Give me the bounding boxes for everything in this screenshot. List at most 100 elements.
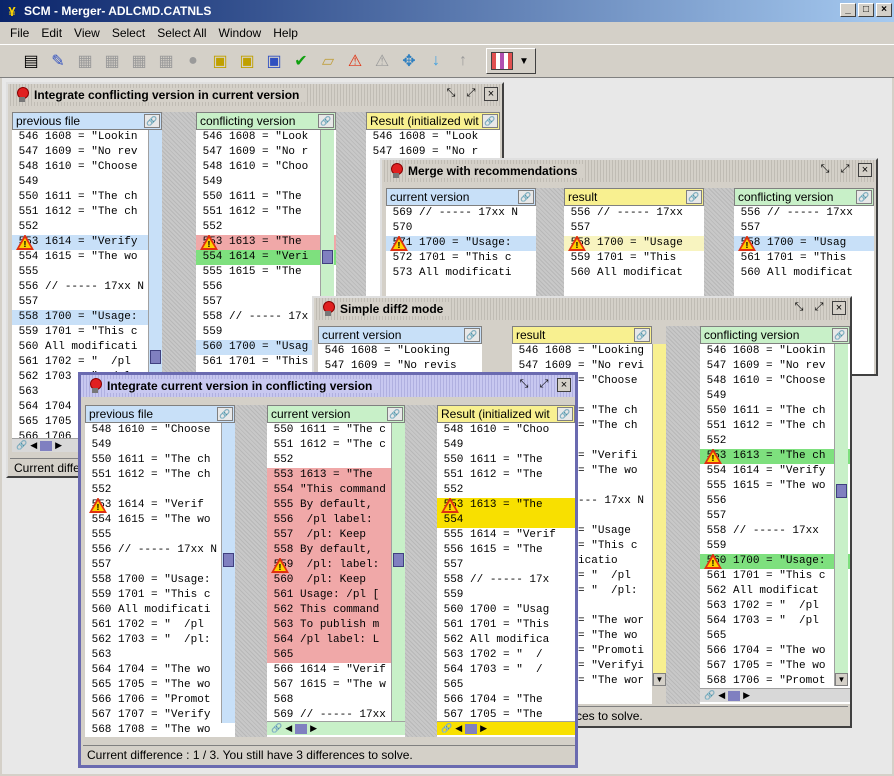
code-line[interactable]: 557 (564, 221, 704, 236)
code-line[interactable]: 556 /pl label: (267, 513, 405, 528)
code-line[interactable]: 558 By default, (267, 543, 405, 558)
code-line[interactable]: 553 1614 = "Verif! (85, 498, 235, 513)
prev-conflict-icon[interactable]: ⚠ (369, 48, 395, 74)
down-arrow-icon[interactable]: ↓ (423, 48, 449, 74)
code-line[interactable]: 546 1608 = "Lookin (700, 344, 850, 359)
code-line[interactable]: 555 (85, 528, 235, 543)
code-line[interactable]: 555 1614 = "Verif (437, 528, 575, 543)
code-line[interactable]: 559 1701 = "This c (85, 588, 235, 603)
code-line[interactable]: 566 1704 = "The (437, 693, 575, 708)
code-line[interactable]: 554 1614 = "Veri (196, 250, 336, 265)
code-line[interactable]: 566 1706 = "Promot (85, 693, 235, 708)
code-line[interactable]: 565 (267, 648, 405, 663)
code-line[interactable]: 559 /pl: label:! (267, 558, 405, 573)
code-line[interactable]: 548 1610 = "Choose (700, 374, 850, 389)
code-line[interactable]: 563 1702 = " / (437, 648, 575, 663)
horizontal-scrollbar[interactable]: 🔗 ◀ ▶ (700, 688, 850, 702)
select-left-icon[interactable]: ▣ (207, 48, 233, 74)
code-line[interactable]: 558 1700 = "Usage: (12, 310, 162, 325)
lock-icon[interactable]: 🔗 (634, 328, 650, 342)
code-line[interactable]: 560 /pl: Keep (267, 573, 405, 588)
eraser-icon[interactable]: ▱ (315, 48, 341, 74)
code-line[interactable]: 571 1700 = "Usage:! (386, 236, 536, 251)
code-line[interactable]: 550 1611 = "The (196, 190, 336, 205)
close-icon[interactable]: × (557, 378, 571, 392)
code-line[interactable]: 567 1705 = "The wo (700, 659, 850, 674)
code-line[interactable]: 548 1610 = "Choo (196, 160, 336, 175)
lightbulb-icon[interactable]: ● (180, 48, 206, 74)
code-line[interactable]: 560 1700 = "Usag (437, 603, 575, 618)
code-line[interactable]: 561 1701 = "This (734, 251, 874, 266)
code-line[interactable]: 559 1701 = "This c (12, 325, 162, 340)
conflict-warning-icon[interactable]: ! (704, 554, 722, 569)
close-icon[interactable]: × (832, 301, 846, 315)
code-line[interactable]: 556 (196, 280, 336, 295)
code-line[interactable]: 551 1612 = "The ch (700, 419, 850, 434)
code-line[interactable]: 556 (700, 494, 850, 509)
code-line[interactable]: 546 1608 = "Looking (318, 344, 482, 359)
code-line[interactable]: 553 1613 = "The (267, 468, 405, 483)
code-line[interactable]: 555 (12, 265, 162, 280)
code-line[interactable]: 560 1700 = "Usage:! (700, 554, 850, 569)
code-line[interactable]: 551 1612 = "The ch (85, 468, 235, 483)
menu-file[interactable]: File (4, 26, 35, 40)
code-line[interactable]: 554 (437, 513, 575, 528)
conflict-warning-icon[interactable]: ! (271, 558, 289, 573)
lock-icon[interactable]: 🔗 (217, 407, 233, 421)
code-line[interactable]: 556 // ----- 17xx (734, 206, 874, 221)
lock-icon[interactable]: 🔗 (387, 407, 403, 421)
code-line[interactable]: 562 This command (267, 603, 405, 618)
code-line[interactable]: 559 (700, 539, 850, 554)
code-line[interactable]: 568 1708 = "The wo (85, 723, 235, 737)
code-line[interactable]: 551 1612 = "The (196, 205, 336, 220)
minimize-icon[interactable]: ⤡ (818, 163, 832, 177)
code-line[interactable]: 555 1615 = "The wo (700, 479, 850, 494)
code-line[interactable]: 565 (437, 678, 575, 693)
code-line[interactable]: 564 1704 = "The wo (85, 663, 235, 678)
conflict-warning-icon[interactable]: ! (568, 236, 586, 251)
code-line[interactable]: 549 (700, 389, 850, 404)
code-line[interactable]: 548 1610 = "Choo (437, 423, 575, 438)
window-title-bar[interactable]: Merge with recommendations (382, 160, 876, 182)
code-line[interactable]: 548 1610 = "Choose (12, 160, 162, 175)
code-line[interactable]: 560 All modificati (12, 340, 162, 355)
code-line[interactable]: 557 /pl: Keep (267, 528, 405, 543)
close-button[interactable]: × (876, 3, 892, 17)
code-line[interactable]: 555 By default, (267, 498, 405, 513)
lock-icon[interactable]: 🔗 (144, 114, 160, 128)
code-line[interactable]: 553 1614 = "Verify! (12, 235, 162, 250)
conflict-warning-icon[interactable]: ! (390, 236, 408, 251)
code-line[interactable]: 556 // ----- 17xx N (85, 543, 235, 558)
code-line[interactable]: 551 1612 = "The ch (12, 205, 162, 220)
horizontal-scrollbar[interactable]: 🔗 ◀ ▶ (437, 721, 575, 735)
code-line[interactable]: 552 (12, 220, 162, 235)
menu-select-all[interactable]: Select All (151, 26, 212, 40)
code-line[interactable]: 567 1707 = "Verify (85, 708, 235, 723)
window-title-bar[interactable]: Simple diff2 mode (314, 298, 850, 320)
minimize-icon[interactable]: ⤡ (792, 301, 806, 315)
code-line[interactable]: 557 (700, 509, 850, 524)
code-line[interactable]: 546 1608 = "Lookin (12, 130, 162, 145)
maximize-button[interactable]: □ (858, 3, 874, 17)
minimize-button[interactable]: _ (840, 3, 856, 17)
lock-icon[interactable]: 🔗 (518, 190, 534, 204)
code-line[interactable]: 557 (734, 221, 874, 236)
code-line[interactable]: 567 1615 = "The w (267, 678, 405, 693)
code-line[interactable]: 549 (196, 175, 336, 190)
scrollbar[interactable]: ▼ (652, 344, 666, 686)
maximize-icon[interactable]: ⤢ (464, 87, 478, 101)
file-list-icon[interactable]: ▤ (18, 48, 44, 74)
scrollbar[interactable]: ▼ (834, 344, 848, 686)
code-line[interactable]: 565 (700, 629, 850, 644)
code-line[interactable]: 550 1611 = "The ch (12, 190, 162, 205)
lock-icon[interactable]: 🔗 (318, 114, 334, 128)
code-line[interactable]: 570 (386, 221, 536, 236)
conflict-warning-icon[interactable]: ! (738, 236, 756, 251)
menu-help[interactable]: Help (267, 26, 304, 40)
menu-window[interactable]: Window (213, 26, 268, 40)
maximize-icon[interactable]: ⤢ (537, 378, 551, 392)
next-conflict-icon[interactable]: ⚠ (342, 48, 368, 74)
lock-icon[interactable]: 🔗 (856, 190, 872, 204)
code-line[interactable]: 553 1613 = "The! (437, 498, 575, 513)
menu-select[interactable]: Select (106, 26, 151, 40)
